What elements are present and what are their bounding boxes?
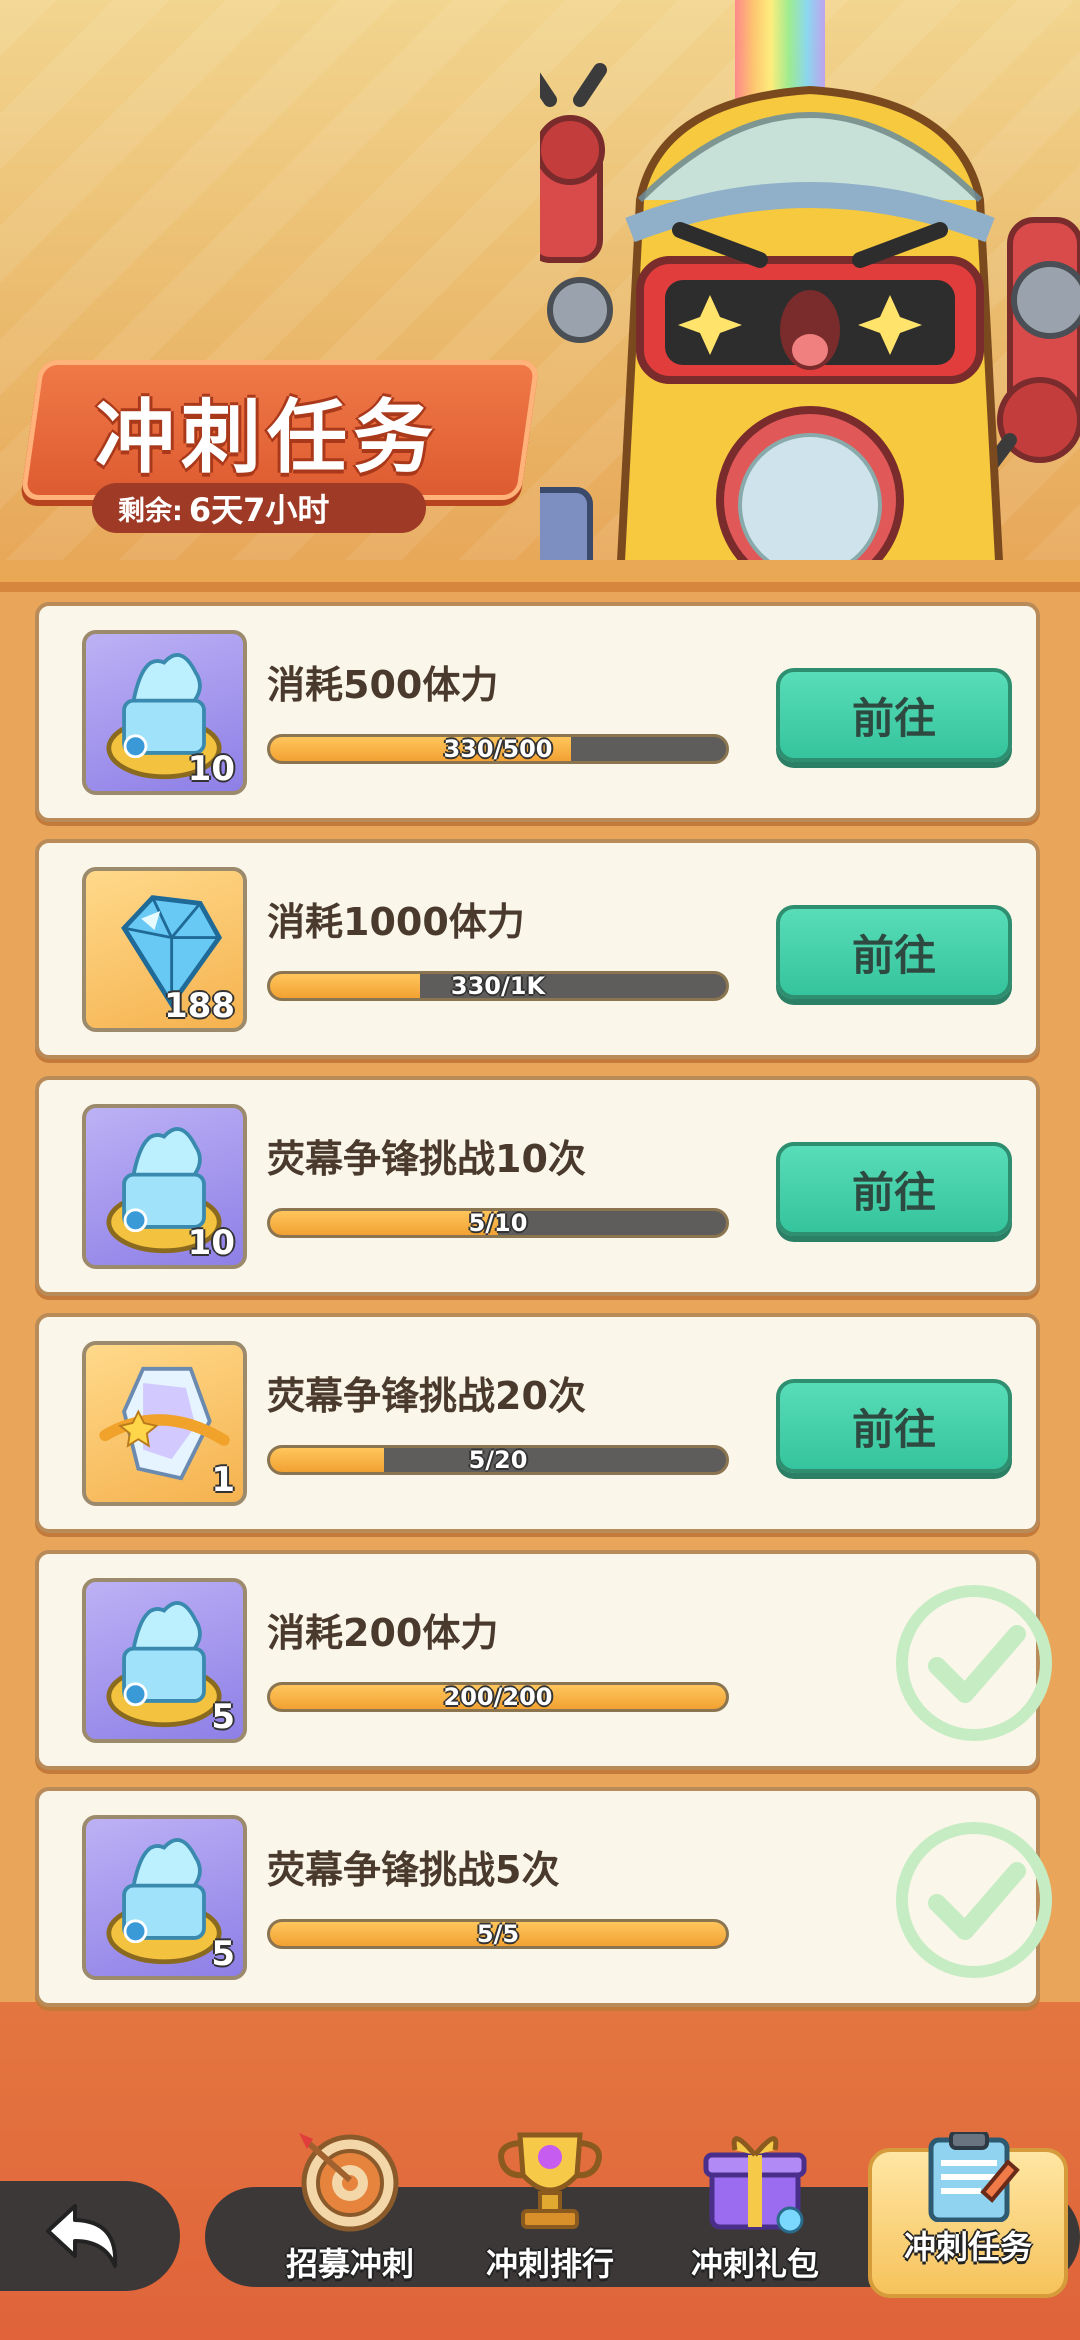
nav-item-sprint-ranking[interactable]: 冲刺排行 [450,2125,650,2300]
task-title: 荧幕争锋挑战10次 [267,1137,586,1181]
task-progress-bar: 330/500 [267,734,729,764]
task-progress-text: 5/10 [468,1209,528,1237]
task-progress-bar: 200/200 [267,1682,729,1712]
completed-check-icon [889,1578,1059,1748]
task-card: 5 荧幕争锋挑战5次 5/5 [35,1787,1052,2007]
remaining-time-badge: 剩余: 6天7小时 [92,483,426,533]
remaining-time-value: 6天7小时 [188,491,330,529]
nav-label: 冲刺任务 [903,2228,1032,2266]
reward-item[interactable]: 5 [82,1578,247,1743]
reward-count: 1 [211,1460,235,1500]
reward-count: 10 [187,1223,235,1263]
task-card: 1 荧幕争锋挑战20次 5/20 前往 [35,1313,1040,1533]
back-button[interactable] [0,2181,180,2291]
reward-count: 5 [211,1697,235,1737]
task-progress-text: 330/500 [443,735,553,763]
task-progress-bar: 5/5 [267,1919,729,1949]
go-button[interactable]: 前往 [776,1379,1012,1473]
reward-item[interactable]: 5 [82,1815,247,1980]
task-card: 10 消耗500体力 330/500 前往 [35,602,1040,822]
completed-check-icon [889,1815,1059,1985]
task-card: 5 消耗200体力 200/200 [35,1550,1052,1770]
trophy-icon [498,2132,602,2229]
task-card: 188 消耗1000体力 330/1K 前往 [35,839,1040,1059]
task-progress-bar: 5/20 [267,1445,729,1475]
target-icon [299,2133,399,2232]
nav-item-sprint-gift[interactable]: 冲刺礼包 [655,2125,855,2300]
task-progress-text: 5/20 [468,1446,528,1474]
task-list[interactable]: 10 消耗500体力 330/500 前往 188 消耗1000体力 330/1… [0,582,1080,2007]
task-card: 10 荧幕争锋挑战10次 5/10 前往 [35,1076,1040,1296]
go-button[interactable]: 前往 [776,668,1012,762]
task-progress-text: 5/5 [476,1920,520,1948]
nav-item-sprint-tasks[interactable]: 冲刺任务 [868,2132,1068,2298]
nav-label: 冲刺排行 [485,2245,614,2283]
task-title: 消耗200体力 [267,1611,499,1655]
robot-mascot-illustration [540,63,1080,560]
task-title: 消耗1000体力 [267,900,525,944]
task-progress-bar: 330/1K [267,971,729,1001]
reward-item[interactable]: 10 [82,630,247,795]
page-title: 冲刺任务 [95,391,439,484]
reward-item[interactable]: 1 [82,1341,247,1506]
reward-item[interactable]: 188 [82,867,247,1032]
reward-item[interactable]: 10 [82,1104,247,1269]
task-progress-text: 330/1K [450,972,546,1000]
task-progress-bar: 5/10 [267,1208,729,1238]
nav-item-recruit-sprint[interactable]: 招募冲刺 [250,2125,450,2300]
task-title: 荧幕争锋挑战20次 [267,1374,586,1418]
go-button[interactable]: 前往 [776,1142,1012,1236]
remaining-time-label: 剩余: [118,495,183,527]
reward-count: 188 [164,986,235,1026]
bottom-navigation: 招募冲刺 冲刺排行 冲刺礼包 冲刺任务 [0,2132,1080,2340]
reward-count: 10 [187,749,235,789]
nav-label: 冲刺礼包 [690,2245,819,2283]
task-progress-text: 200/200 [443,1683,553,1711]
gift-icon [703,2136,807,2234]
nav-label: 招募冲刺 [285,2245,414,2283]
header-banner: 冲刺任务 剩余: 6天7小时 [0,0,1080,560]
back-arrow-icon [46,2204,118,2268]
go-button[interactable]: 前往 [776,905,1012,999]
reward-count: 5 [211,1934,235,1974]
task-title: 消耗500体力 [267,663,499,707]
clipboard-icon [928,2132,1020,2222]
task-title: 荧幕争锋挑战5次 [267,1848,560,1892]
